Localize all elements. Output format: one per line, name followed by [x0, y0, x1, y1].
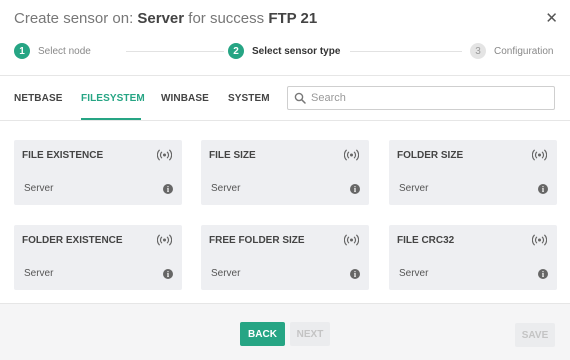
- sensor-card-device: Server: [399, 268, 429, 279]
- active-tab-indicator: [81, 118, 141, 120]
- sensor-card-file-crc32[interactable]: FILE CRC32 Server i: [389, 225, 557, 290]
- save-button[interactable]: SAVE: [515, 323, 555, 347]
- wireless-signal-icon: [344, 149, 359, 161]
- sensor-card-free-folder-size[interactable]: FREE FOLDER SIZE Server i: [201, 225, 369, 290]
- info-icon[interactable]: i: [538, 184, 548, 194]
- info-icon[interactable]: i: [538, 269, 548, 279]
- title-prefix: Create sensor on:: [14, 10, 138, 27]
- step-select-sensor-type: 2 Select sensor type: [228, 42, 340, 60]
- search-input[interactable]: [311, 92, 541, 104]
- sensor-card-title: FILE CRC32: [397, 235, 455, 246]
- sensor-card-folder-size[interactable]: FOLDER SIZE Server i: [389, 140, 557, 205]
- step-connector: [126, 51, 224, 52]
- wireless-signal-icon: [157, 149, 172, 161]
- wireless-signal-icon: [532, 234, 547, 246]
- back-button[interactable]: BACK: [240, 322, 285, 346]
- step-number: 3: [470, 43, 486, 59]
- step-label: Select sensor type: [252, 45, 341, 57]
- dialog-footer: BACK NEXT SAVE: [0, 303, 570, 360]
- sensor-card-device: Server: [399, 183, 429, 194]
- info-icon[interactable]: i: [163, 184, 173, 194]
- step-number: 2: [228, 43, 244, 59]
- sensor-card-title: FOLDER SIZE: [397, 150, 464, 161]
- wizard-steps: 1 Select node 2 Select sensor type 3 Con…: [14, 42, 556, 62]
- sensor-card-device: Server: [24, 183, 54, 194]
- title-middle: for success: [184, 10, 269, 27]
- category-tabs: NETBASE FILESYSTEM WINBASE SYSTEM: [0, 77, 570, 121]
- step-label: Select node: [38, 45, 91, 57]
- step-connector: [350, 51, 462, 52]
- dialog-header: Create sensor on: Server for success FTP…: [0, 0, 570, 76]
- step-select-node: 1 Select node: [14, 42, 91, 60]
- search-icon: [294, 92, 306, 104]
- sensor-card-folder-existence[interactable]: FOLDER EXISTENCE Server i: [14, 225, 182, 290]
- next-button[interactable]: NEXT: [290, 322, 330, 346]
- tab-winbase[interactable]: WINBASE: [161, 93, 209, 104]
- tab-system[interactable]: SYSTEM: [228, 93, 270, 104]
- tab-netbase[interactable]: NETBASE: [14, 93, 62, 104]
- info-icon[interactable]: i: [350, 184, 360, 194]
- sensor-card-device: Server: [211, 268, 241, 279]
- sensor-grid: FILE EXISTENCE Server i FILE SIZE Server…: [0, 122, 570, 302]
- info-icon[interactable]: i: [163, 269, 173, 279]
- sensor-card-device: Server: [211, 183, 241, 194]
- wireless-signal-icon: [157, 234, 172, 246]
- sensor-card-device: Server: [24, 268, 54, 279]
- title-group: FTP 21: [268, 10, 318, 27]
- wireless-signal-icon: [532, 149, 547, 161]
- sensor-card-title: FOLDER EXISTENCE: [22, 235, 123, 246]
- search-box[interactable]: [287, 86, 555, 110]
- tab-filesystem[interactable]: FILESYSTEM: [81, 93, 145, 104]
- info-icon[interactable]: i: [350, 269, 360, 279]
- step-number: 1: [14, 43, 30, 59]
- close-icon[interactable]: ✕: [545, 10, 558, 28]
- dialog-title: Create sensor on: Server for success FTP…: [14, 10, 317, 27]
- step-configuration: 3 Configuration: [470, 42, 553, 60]
- wireless-signal-icon: [344, 234, 359, 246]
- sensor-card-title: FILE SIZE: [209, 150, 256, 161]
- sensor-card-title: FILE EXISTENCE: [22, 150, 104, 161]
- title-device: Server: [137, 10, 185, 27]
- sensor-card-file-size[interactable]: FILE SIZE Server i: [201, 140, 369, 205]
- step-label: Configuration: [494, 45, 554, 57]
- sensor-card-title: FREE FOLDER SIZE: [209, 235, 305, 246]
- sensor-card-file-existence[interactable]: FILE EXISTENCE Server i: [14, 140, 182, 205]
